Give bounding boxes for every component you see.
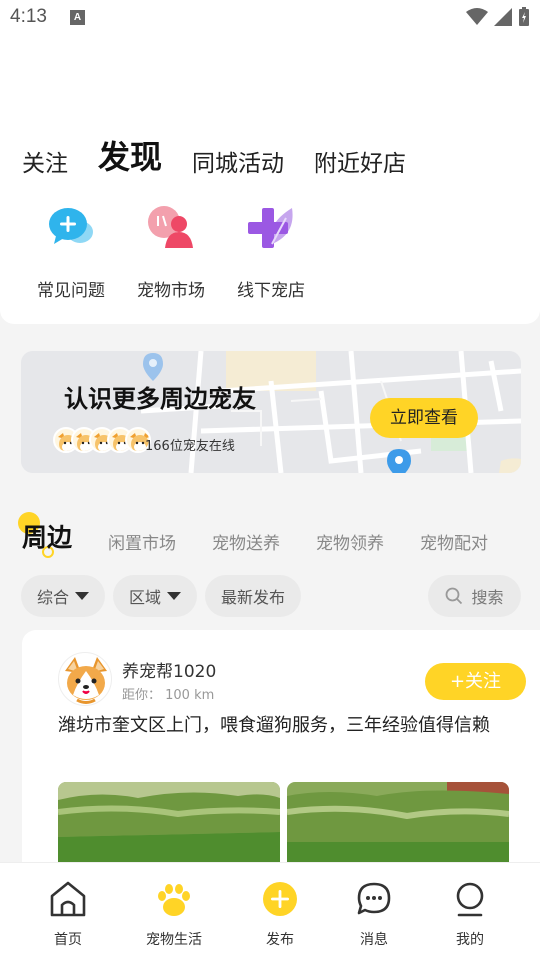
filter-latest-label: 最新发布 bbox=[221, 588, 286, 607]
post-card[interactable]: 养宠帮1020 距你： 100 km +关注 潍坊市奎文区上门，喂食遛狗服务，三… bbox=[22, 630, 540, 870]
nav-messages[interactable]: 消息 bbox=[334, 879, 414, 949]
nav-pet-life-label: 宠物生活 bbox=[146, 932, 202, 948]
filter-region-label: 区域 bbox=[129, 588, 162, 607]
filter-region[interactable]: 区域 bbox=[113, 575, 198, 617]
header: 关注 发现 同城活动 附近好店 bbox=[0, 36, 540, 190]
online-count: 166位宠友在线 bbox=[145, 439, 235, 454]
view-now-button[interactable]: 立即查看 bbox=[370, 398, 478, 438]
subtab-secondhand[interactable]: 闲置市场 bbox=[108, 529, 176, 554]
user-icon bbox=[456, 882, 484, 917]
post-text[interactable]: 潍坊市奎文区上门，喂食遛狗服务，三年经验值得信赖 bbox=[58, 712, 518, 739]
tab-nearby-shops[interactable]: 附近好店 bbox=[314, 144, 406, 178]
nav-mine[interactable]: 我的 bbox=[430, 879, 510, 949]
banner-title: 认识更多周边宠友 bbox=[64, 385, 256, 413]
filter-sort-label: 综合 bbox=[37, 588, 70, 607]
caret-down-icon bbox=[167, 592, 182, 600]
search-icon bbox=[446, 587, 463, 605]
nav-publish-label: 发布 bbox=[266, 932, 294, 948]
quick-offline-shop-label: 线下宠店 bbox=[237, 281, 305, 301]
avatar[interactable] bbox=[58, 652, 112, 706]
nav-home-label: 首页 bbox=[54, 932, 82, 948]
category-tabs: 周边 闲置市场 宠物送养 宠物领养 宠物配对 bbox=[18, 512, 540, 558]
top-tabs: 关注 发现 同城活动 附近好店 bbox=[22, 132, 436, 182]
battery-icon bbox=[519, 7, 529, 26]
online-avatars bbox=[53, 427, 151, 453]
bottom-nav: 首页 宠物生活 发布 消息 我的 bbox=[0, 862, 540, 960]
caret-down-icon bbox=[75, 592, 90, 600]
wifi-icon bbox=[466, 8, 488, 25]
leaf-plus-icon bbox=[248, 208, 293, 248]
plus-circle-icon bbox=[263, 882, 297, 916]
search-button[interactable]: 搜索 bbox=[428, 575, 521, 617]
follow-button[interactable]: +关注 bbox=[425, 663, 526, 700]
nav-home[interactable]: 首页 bbox=[28, 879, 108, 949]
status-time: 4:13 bbox=[10, 6, 47, 27]
filter-latest[interactable]: 最新发布 bbox=[205, 575, 302, 617]
quick-faq-label: 常见问题 bbox=[37, 281, 105, 301]
post-image[interactable] bbox=[287, 782, 509, 870]
signal-icon bbox=[494, 8, 512, 26]
status-icons bbox=[466, 7, 530, 27]
notification-icon: A bbox=[70, 10, 85, 25]
paw-icon bbox=[158, 884, 190, 916]
quick-faq[interactable]: 常见问题 bbox=[21, 204, 121, 301]
subtab-nearby[interactable]: 周边 bbox=[18, 512, 73, 558]
subtab-nearby-label: 周边 bbox=[22, 523, 73, 552]
subtab-rehoming[interactable]: 宠物送养 bbox=[212, 529, 280, 554]
tab-discover[interactable]: 发现 bbox=[98, 132, 163, 182]
quick-entries: 常见问题 宠物市场 线下宠店 bbox=[0, 190, 540, 324]
post-image[interactable] bbox=[58, 782, 280, 870]
quick-offline-shop[interactable]: 线下宠店 bbox=[221, 204, 321, 301]
search-label: 搜索 bbox=[471, 588, 504, 607]
tab-local-events[interactable]: 同城活动 bbox=[192, 144, 284, 178]
subtab-adoption[interactable]: 宠物领养 bbox=[316, 529, 384, 554]
post-author-name[interactable]: 养宠帮1020 bbox=[122, 657, 216, 682]
status-bar: 4:13 A bbox=[0, 0, 540, 36]
nav-publish[interactable]: 发布 bbox=[240, 879, 320, 949]
home-icon bbox=[50, 881, 86, 917]
tab-follow[interactable]: 关注 bbox=[22, 144, 68, 178]
nav-pet-life[interactable]: 宠物生活 bbox=[134, 879, 214, 949]
quick-pet-market[interactable]: 宠物市场 bbox=[121, 204, 221, 301]
people-icon bbox=[148, 206, 193, 248]
nav-messages-label: 消息 bbox=[360, 932, 388, 948]
message-icon bbox=[357, 882, 391, 915]
filter-sort[interactable]: 综合 bbox=[21, 575, 106, 617]
subtab-matching[interactable]: 宠物配对 bbox=[420, 529, 488, 554]
chat-plus-icon bbox=[49, 208, 93, 244]
filter-bar: 综合 区域 最新发布 bbox=[21, 575, 302, 617]
post-distance: 距你： 100 km bbox=[122, 688, 215, 703]
nearby-friends-banner[interactable]: 认识更多周边宠友 166位宠友在线 立即查看 bbox=[21, 351, 521, 473]
nav-mine-label: 我的 bbox=[456, 932, 484, 948]
quick-pet-market-label: 宠物市场 bbox=[137, 281, 205, 301]
